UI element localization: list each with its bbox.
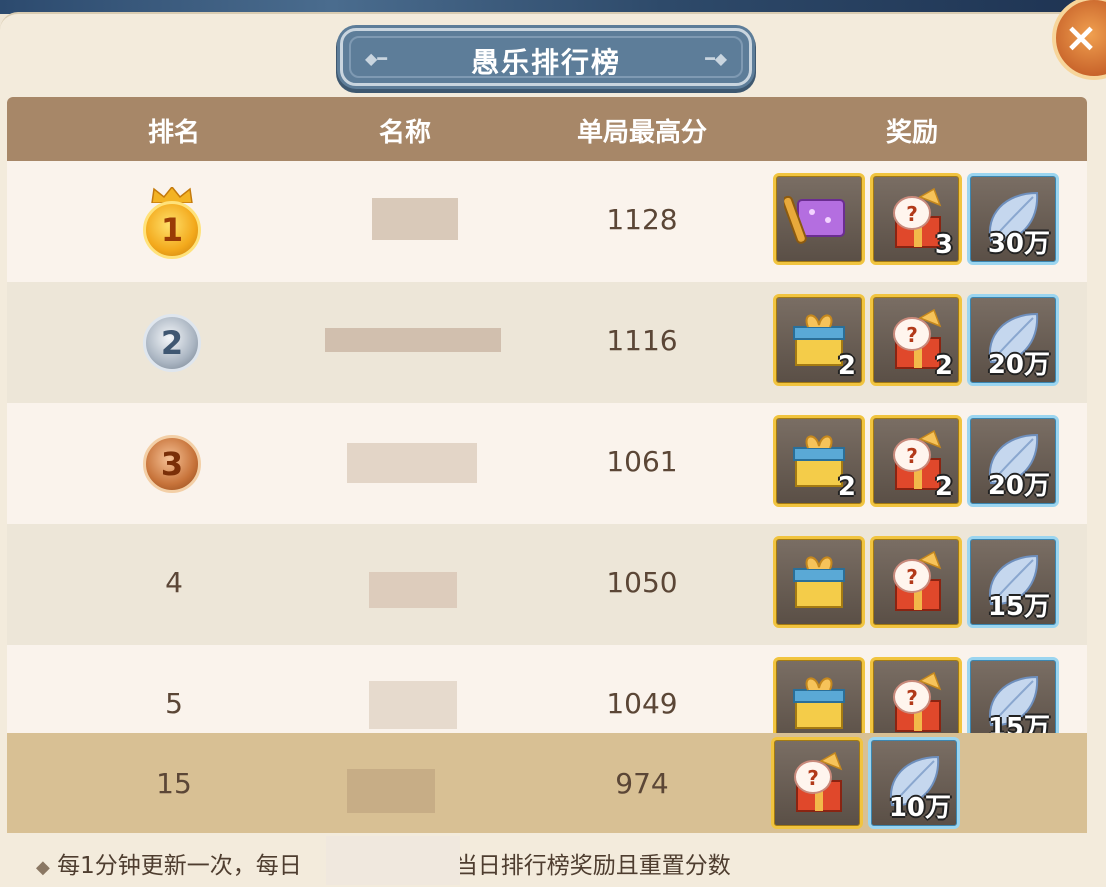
blurred-player-name [347,443,477,483]
title-plate: ◆━ ━◆ 愚乐排行榜 [340,28,752,86]
svg-text:?: ? [906,202,918,226]
reward-item[interactable]: 20万 [967,415,1059,507]
silver-medal-icon: 2 [143,314,201,372]
reward-item[interactable]: ? 2 [870,415,962,507]
reward-item[interactable]: ? [771,737,863,829]
close-icon: × [1064,15,1098,61]
reward-list: ? 3 30万 [773,173,1059,269]
reward-list: 2 ? 2 20万 [773,415,1059,511]
reward-item[interactable]: 30万 [967,173,1059,265]
blurred-footer-segment [326,836,460,885]
leaderboard-table[interactable]: 排名 名称 单局最高分 奖励 1 1128 ? 3 30万 2 1116 2 ?… [7,97,1087,833]
score-value: 1050 [606,566,678,599]
my-score-value: 974 [615,767,669,800]
reward-item[interactable] [773,536,865,628]
reward-item[interactable] [773,173,865,265]
svg-text:?: ? [906,686,918,710]
svg-text:?: ? [906,323,918,347]
mystery-gift-box-icon: ? [893,671,942,732]
blurred-player-name [325,328,501,352]
reward-item[interactable]: 10万 [868,737,960,829]
bullet-icon: ◆ [36,857,50,878]
footer-text-left: 每1分钟更新一次，每日 [57,853,302,879]
svg-text:?: ? [906,565,918,589]
reward-item[interactable]: 2 [773,415,865,507]
reward-item[interactable]: 20万 [967,294,1059,386]
score-value: 1128 [606,203,678,236]
purple-scroll-icon [784,195,845,244]
score-value: 1061 [606,445,678,478]
table-row[interactable]: 2 1116 2 ? 2 20万 [7,282,1087,403]
close-button[interactable]: × [1052,0,1106,80]
reward-item[interactable]: 2 [773,294,865,386]
reward-list: ? 15万 [773,536,1059,632]
my-rank-number: 15 [156,767,192,800]
golden-chest-icon [793,556,845,608]
reward-list: ? 10万 [771,737,960,833]
table-row[interactable]: 3 1061 2 ? 2 20万 [7,403,1087,524]
score-value: 1116 [606,324,678,357]
table-row[interactable]: 4 1050 ? 15万 [7,524,1087,645]
column-name: 名称 [378,118,431,148]
rank-number: 5 [165,687,183,720]
bronze-medal-icon: 3 [143,435,201,493]
reward-item[interactable]: 15万 [967,536,1059,628]
table-row[interactable]: 1 1128 ? 3 30万 [7,161,1087,282]
reward-item[interactable]: ? 3 [870,173,962,265]
svg-text:?: ? [807,766,819,790]
column-rank: 排名 [147,118,200,148]
column-reward: 奖励 [885,118,938,148]
blurred-player-name [347,769,435,813]
score-value: 1049 [606,687,678,720]
reward-item[interactable]: ? 2 [870,294,962,386]
my-rank-row: 15 974 ? 10万 [7,733,1087,833]
blurred-player-name [372,198,458,240]
blurred-player-name [369,572,457,608]
reward-item[interactable]: ? [870,536,962,628]
rank-number: 4 [165,566,183,599]
mystery-gift-box-icon: ? [794,751,843,812]
footer-text-right: 算当日排行榜奖励且重置分数 [431,853,731,879]
mystery-gift-box-icon: ? [893,550,942,611]
reward-list: 2 ? 2 20万 [773,294,1059,390]
column-score: 单局最高分 [576,118,707,148]
blurred-player-name [369,681,457,729]
svg-text:?: ? [906,444,918,468]
page-title: 愚乐排行榜 [470,46,621,79]
golden-chest-icon [793,677,845,729]
table-header: 排名 名称 单局最高分 奖励 [7,97,1087,161]
gold-medal-icon: 1 [143,201,201,259]
